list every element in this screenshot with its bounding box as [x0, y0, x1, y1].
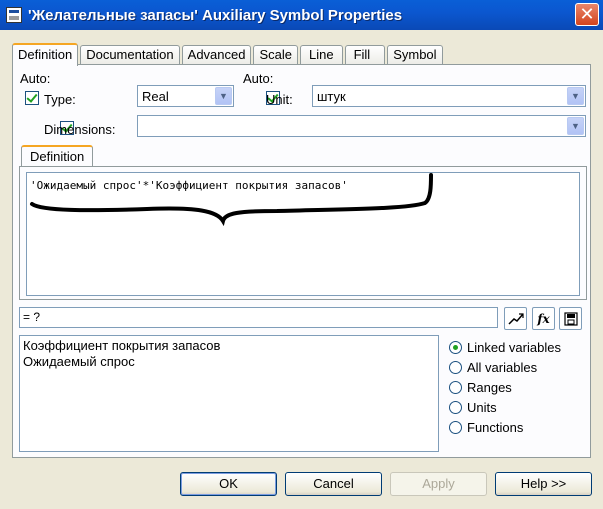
radio-label: Ranges	[467, 379, 512, 395]
tab-scale[interactable]: Scale	[253, 45, 299, 65]
radio-all-variables[interactable]: All variables	[449, 357, 561, 377]
help-button[interactable]: Help >>	[495, 472, 592, 496]
variables-list[interactable]: Коэффициент покрытия запасов Ожидаемый с…	[19, 335, 439, 452]
radio-functions[interactable]: Functions	[449, 417, 561, 437]
radio-ranges[interactable]: Ranges	[449, 377, 561, 397]
radio-label: Linked variables	[467, 339, 561, 355]
ok-button[interactable]: OK	[180, 472, 277, 496]
radio-units[interactable]: Units	[449, 397, 561, 417]
result-field[interactable]: = ?	[19, 307, 498, 328]
app-icon[interactable]	[6, 7, 22, 23]
function-button[interactable]: fx	[532, 307, 555, 330]
apply-button[interactable]: Apply	[390, 472, 487, 496]
trend-icon	[507, 312, 524, 325]
tab-advanced[interactable]: Advanced	[181, 45, 252, 65]
filter-options: Linked variables All variables Ranges Un…	[449, 337, 561, 437]
fx-icon: fx	[537, 311, 550, 326]
close-icon: ✕	[579, 4, 595, 24]
equation-editor[interactable]: 'Ожидаемый спрос'*'Коэффициент покрытия …	[26, 172, 580, 296]
list-item[interactable]: Коэффициент покрытия запасов	[23, 338, 435, 354]
brace-annotation	[30, 173, 433, 227]
cancel-button[interactable]: Cancel	[285, 472, 382, 496]
trend-graph-button[interactable]	[504, 307, 527, 330]
chevron-down-icon[interactable]: ▼	[567, 117, 584, 135]
tab-inner-definition[interactable]: Definition	[21, 145, 94, 167]
definition-panel: Auto: Auto: Type: Real ▼ Unit: штук ▼ Di…	[12, 64, 591, 458]
radio-label: All variables	[467, 359, 538, 375]
tab-strip: Definition Documentation Advanced Scale …	[12, 43, 445, 66]
radio-button[interactable]	[449, 420, 462, 434]
tab-symbol[interactable]: Symbol	[387, 45, 443, 65]
chevron-down-icon[interactable]: ▼	[215, 87, 232, 105]
radio-button[interactable]	[449, 380, 462, 394]
close-button[interactable]: ✕	[575, 3, 599, 26]
radio-button[interactable]	[449, 400, 462, 414]
window-title: 'Желательные запасы' Auxiliary Symbol Pr…	[28, 6, 403, 24]
unit-select[interactable]: штук ▼	[312, 85, 586, 107]
tab-fill[interactable]: Fill	[344, 45, 386, 65]
save-button[interactable]	[559, 307, 582, 330]
tab-definition[interactable]: Definition	[12, 43, 79, 66]
save-icon	[563, 311, 578, 326]
radio-linked-variables[interactable]: Linked variables	[449, 337, 561, 357]
radio-label: Units	[467, 399, 497, 415]
list-item[interactable]: Ожидаемый спрос	[23, 354, 435, 370]
chevron-down-icon[interactable]: ▼	[567, 87, 584, 105]
tab-line[interactable]: Line	[300, 45, 343, 65]
auto-label-type: Auto:	[20, 71, 51, 86]
title-bar[interactable]: 'Желательные запасы' Auxiliary Symbol Pr…	[0, 0, 603, 30]
auto-label-unit: Auto:	[243, 71, 274, 86]
radio-button[interactable]	[449, 360, 462, 374]
radio-label: Functions	[467, 419, 524, 435]
dimensions-select[interactable]: ▼	[137, 115, 586, 137]
unit-value: штук	[317, 88, 346, 104]
unit-label: Unit:	[266, 92, 293, 107]
dimensions-label: Dimensions:	[44, 122, 116, 137]
tab-documentation[interactable]: Documentation	[80, 45, 180, 65]
radio-button[interactable]	[449, 340, 462, 354]
type-auto-checkbox[interactable]	[25, 91, 39, 105]
type-select[interactable]: Real ▼	[137, 85, 234, 107]
type-value: Real	[142, 88, 169, 104]
definition-frame: 'Ожидаемый спрос'*'Коэффициент покрытия …	[19, 166, 587, 300]
type-label: Type:	[44, 92, 76, 107]
